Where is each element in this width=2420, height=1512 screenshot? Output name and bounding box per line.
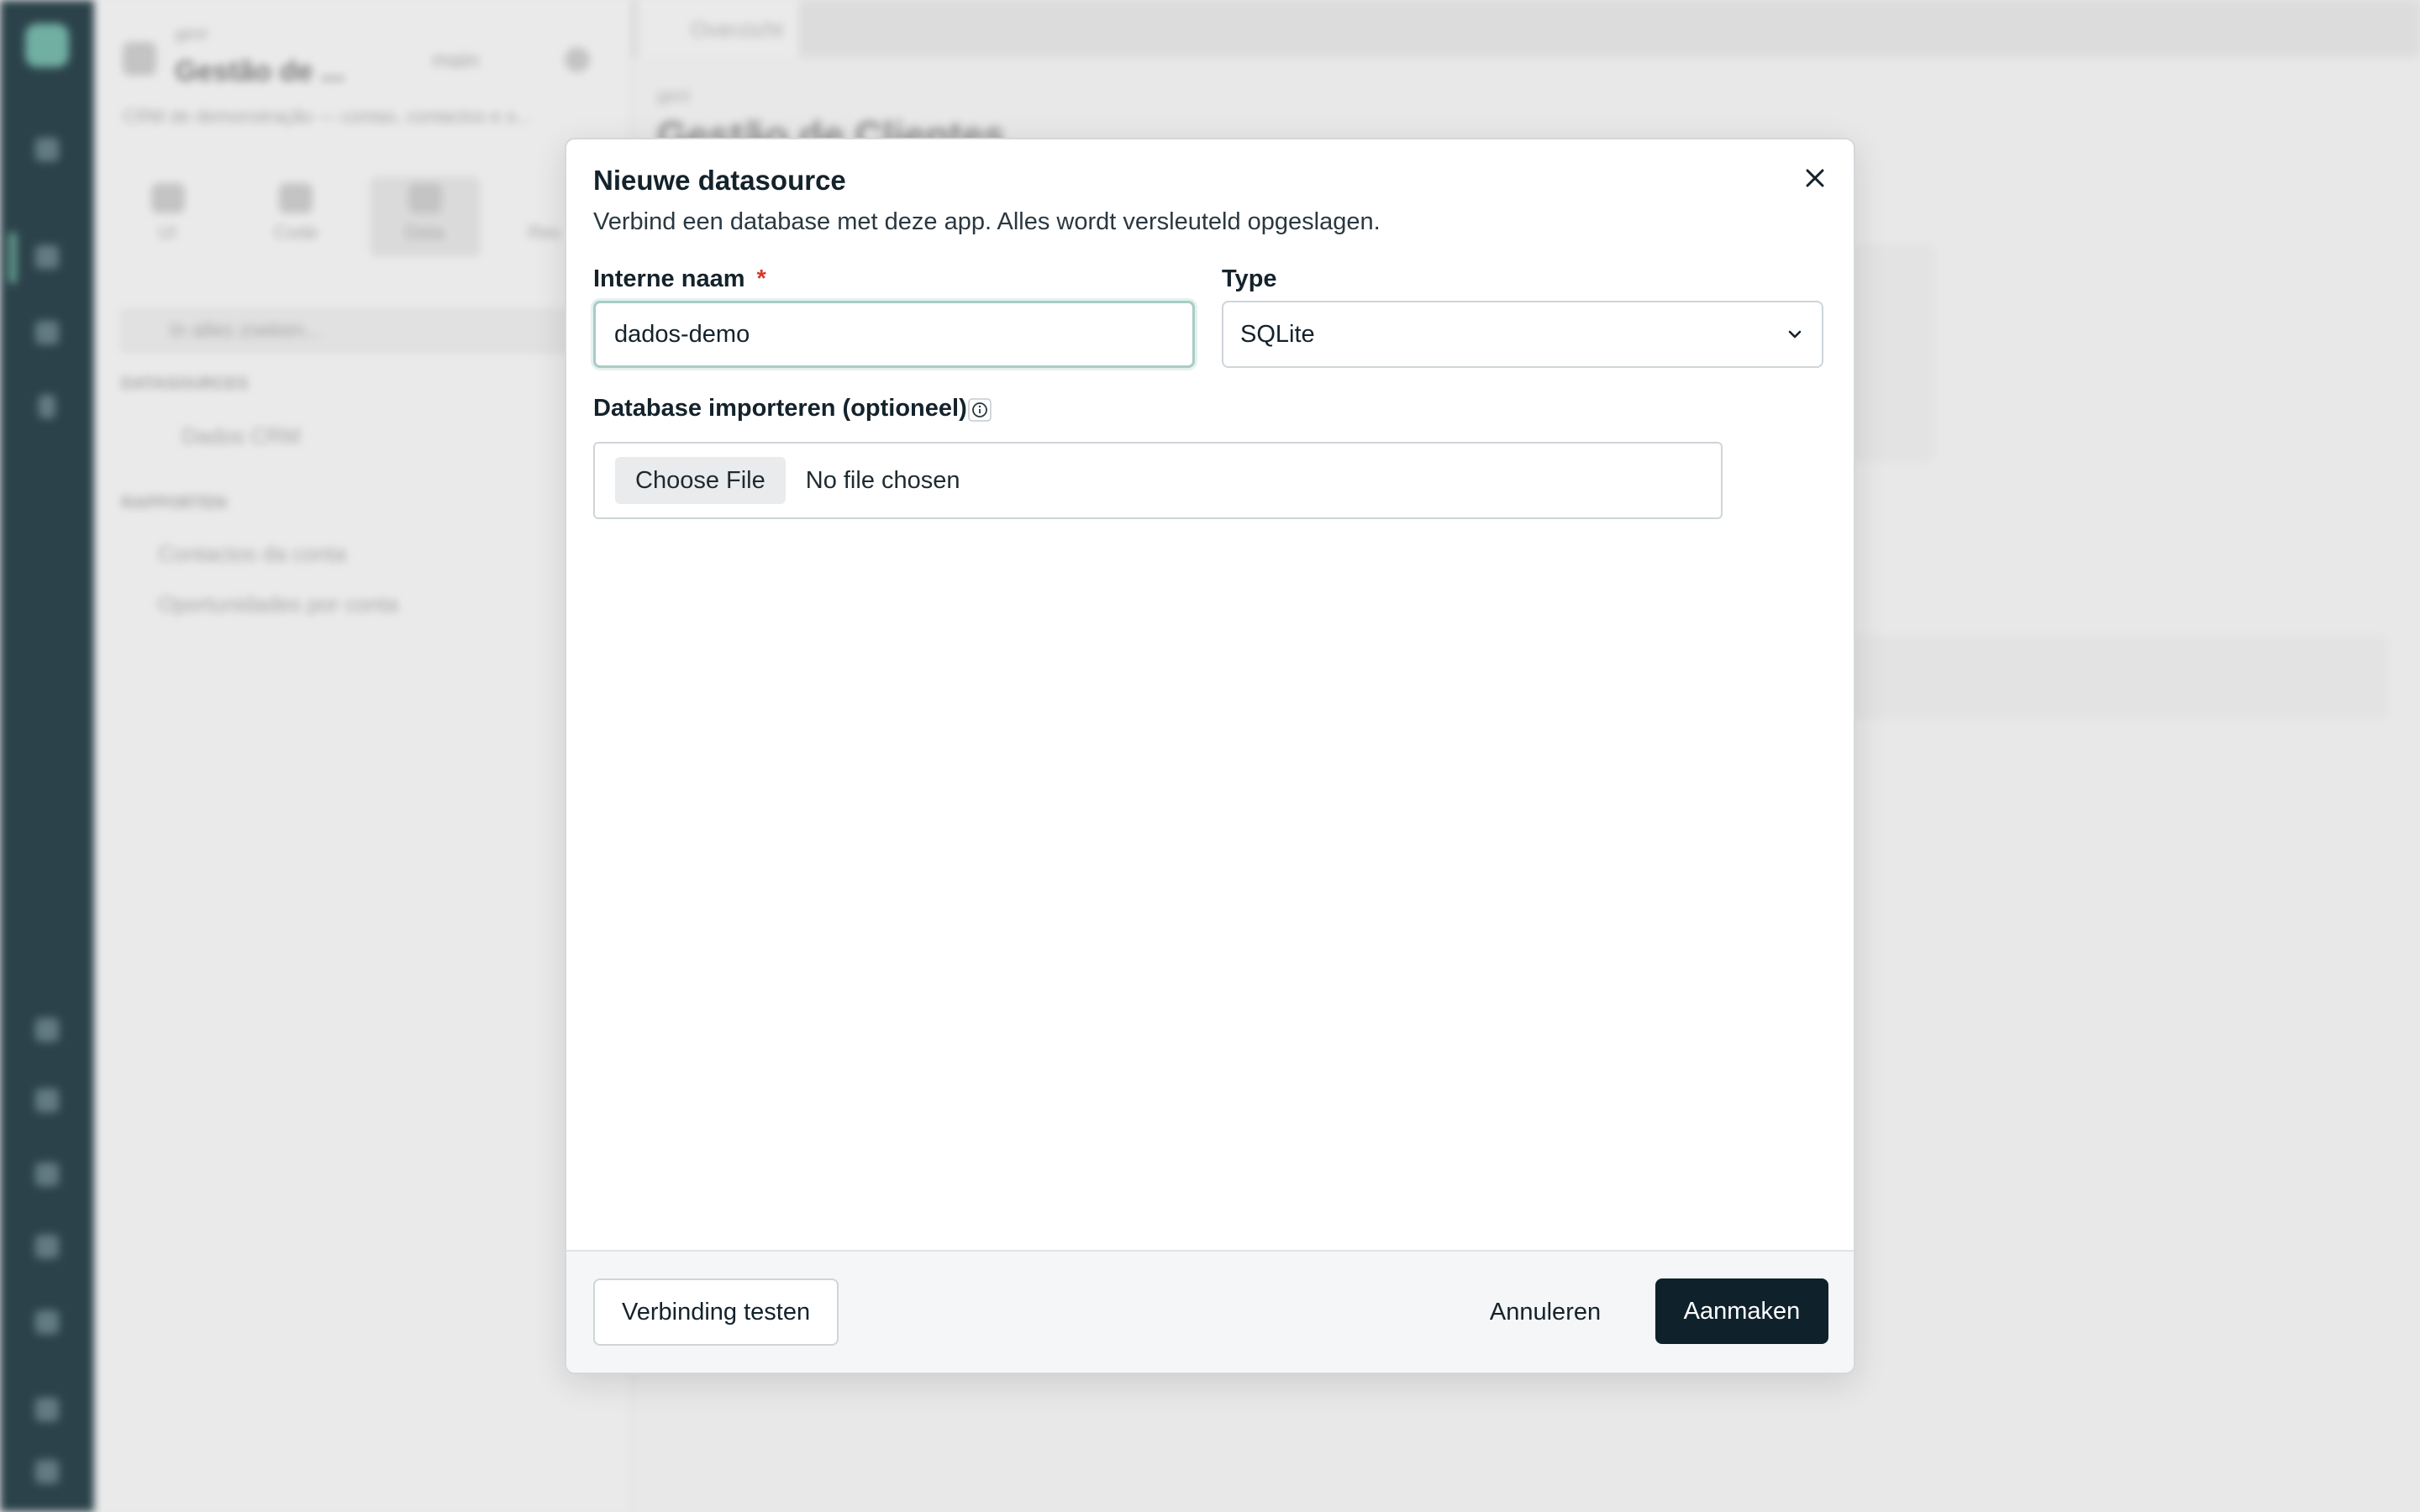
- internal-name-label-text: Interne naam: [593, 265, 745, 292]
- create-button[interactable]: Aanmaken: [1655, 1278, 1828, 1344]
- type-label: Type: [1222, 265, 1277, 292]
- dialog-subtitle: Verbind een database met deze app. Alles…: [593, 208, 1381, 235]
- internal-name-label: Interne naam *: [593, 265, 766, 293]
- cancel-button[interactable]: Annuleren: [1482, 1278, 1608, 1346]
- close-icon: [1806, 169, 1824, 187]
- dialog-footer: Verbinding testen Annuleren Aanmaken: [566, 1250, 1854, 1373]
- required-indicator: *: [756, 265, 766, 292]
- test-connection-button[interactable]: Verbinding testen: [593, 1278, 839, 1346]
- dialog-title: Nieuwe datasource: [593, 165, 846, 196]
- file-input[interactable]: Choose File No file chosen: [593, 442, 1723, 519]
- chevron-down-icon: [1788, 330, 1802, 339]
- file-status-text: No file chosen: [805, 466, 960, 494]
- type-select[interactable]: SQLite: [1222, 301, 1823, 368]
- import-label: Database importeren (optioneel): [593, 395, 967, 422]
- info-icon[interactable]: [968, 398, 992, 422]
- type-select-value: SQLite: [1240, 320, 1315, 348]
- close-button[interactable]: [1795, 158, 1835, 198]
- choose-file-button[interactable]: Choose File: [615, 457, 786, 504]
- internal-name-input[interactable]: [593, 301, 1195, 368]
- new-datasource-dialog: Nieuwe datasource Verbind een database m…: [565, 138, 1855, 1374]
